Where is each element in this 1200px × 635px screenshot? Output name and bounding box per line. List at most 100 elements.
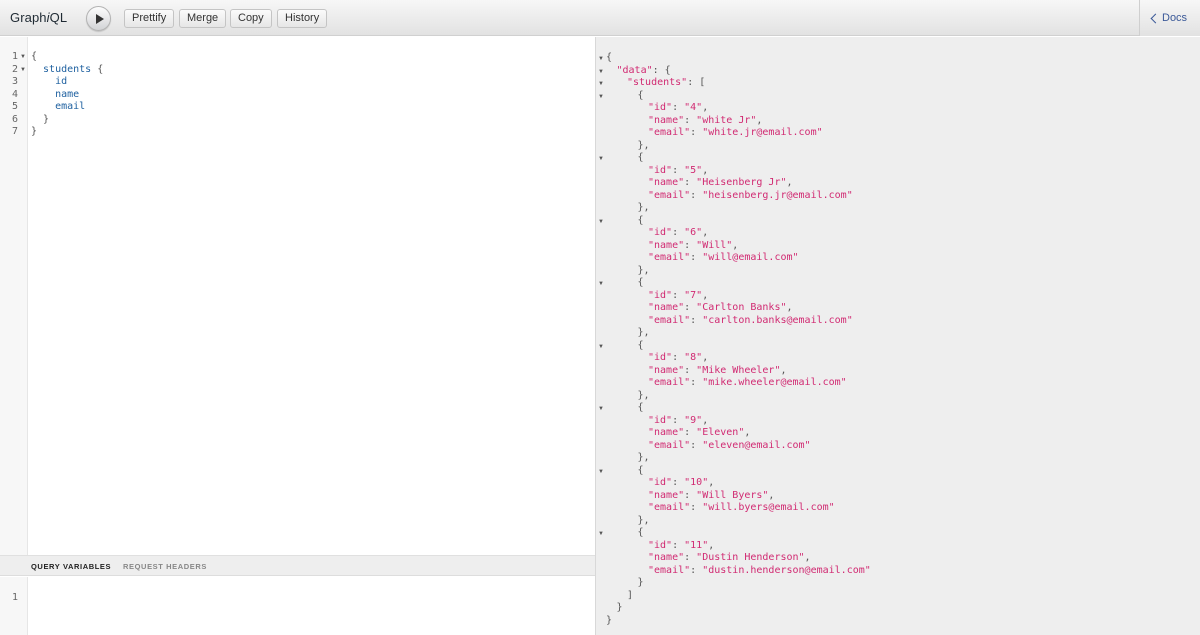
- field-token: email: [31, 101, 86, 112]
- json-key: "name": [648, 177, 685, 188]
- json-line: },: [638, 514, 650, 527]
- json-punctuation: :: [672, 102, 685, 113]
- execute-query-button[interactable]: [86, 6, 111, 31]
- json-line: "email": "mike.wheeler@email.com": [648, 376, 847, 389]
- punctuation-token: }: [31, 126, 38, 137]
- json-string-value: "5": [684, 164, 703, 176]
- fold-toggle-icon[interactable]: ▼: [598, 216, 604, 229]
- json-punctuation: :: [684, 552, 697, 563]
- fold-toggle-icon[interactable]: ▼: [598, 403, 604, 416]
- json-line: {: [606, 51, 612, 64]
- code-line: }: [31, 125, 37, 138]
- docs-button[interactable]: Docs: [1139, 0, 1200, 36]
- json-line: "name": "Mike Wheeler",: [648, 364, 787, 377]
- json-string-value: "11": [684, 539, 709, 551]
- json-punctuation: ,: [702, 102, 709, 113]
- json-line: {: [638, 151, 644, 164]
- json-string-value: "dustin.henderson@email.com": [702, 564, 871, 576]
- json-line: "name": "Heisenberg Jr",: [648, 176, 793, 189]
- json-string-value: "carlton.banks@email.com": [702, 314, 853, 326]
- json-line: "email": "white.jr@email.com": [648, 126, 823, 139]
- json-punctuation: {: [637, 464, 644, 476]
- json-punctuation: ,: [744, 427, 751, 438]
- field-token: students: [31, 63, 92, 75]
- code-line: students {: [31, 63, 103, 76]
- tab-request-headers[interactable]: REQUEST HEADERS: [123, 562, 207, 571]
- json-key: "name": [648, 302, 685, 313]
- fold-toggle-icon[interactable]: ▼: [20, 51, 26, 64]
- variables-editor[interactable]: 1: [0, 577, 595, 635]
- fold-toggle-icon[interactable]: ▼: [598, 528, 604, 541]
- fold-toggle-icon[interactable]: ▼: [598, 53, 604, 66]
- fold-toggle-icon[interactable]: ▼: [598, 466, 604, 479]
- graphiql-logo: GraphiQL: [10, 10, 67, 25]
- json-punctuation: {: [637, 277, 644, 288]
- line-number: 7: [12, 126, 19, 137]
- fold-toggle-icon[interactable]: ▼: [598, 66, 604, 79]
- prettify-button[interactable]: Prettify: [124, 9, 175, 28]
- json-punctuation: :: [690, 127, 703, 138]
- fold-toggle-icon[interactable]: ▼: [598, 91, 604, 104]
- json-punctuation: ,: [702, 289, 709, 301]
- json-punctuation: },: [637, 514, 650, 526]
- tab-query-variables[interactable]: QUERY VARIABLES: [31, 562, 111, 571]
- json-punctuation: :: [690, 189, 703, 201]
- json-key: "id": [648, 227, 673, 238]
- code-line: name: [31, 88, 79, 101]
- json-punctuation: }: [637, 577, 644, 588]
- result-viewer: ▼{▼ "data": {▼ "students": [▼{"id": "4", "n…: [596, 37, 1200, 635]
- json-line: }: [638, 576, 644, 589]
- variables-editor-gutter: [0, 577, 28, 635]
- json-punctuation: :: [684, 177, 697, 188]
- code-line: {: [31, 50, 37, 63]
- json-key: "email": [648, 189, 691, 201]
- toolbar: GraphiQL Prettify Merge Copy History Doc…: [0, 0, 1200, 36]
- query-editor[interactable]: 1 ▼{2 ▼ students {3 id 4 name 5 email 6 } 7}: [0, 37, 595, 555]
- json-punctuation: ,: [702, 227, 709, 238]
- json-punctuation: :: [690, 377, 703, 388]
- json-punctuation: ,: [708, 477, 715, 488]
- json-punctuation: :: [690, 439, 703, 451]
- json-line: "email": "will@email.com": [648, 251, 799, 264]
- field-token: id: [31, 76, 68, 87]
- json-punctuation: ,: [702, 164, 709, 176]
- json-punctuation: :: [672, 414, 685, 426]
- json-string-value: "Eleven": [696, 427, 745, 438]
- json-punctuation: :: [684, 364, 697, 376]
- logo-prefix: Graph: [10, 10, 47, 25]
- fold-toggle-icon[interactable]: ▼: [598, 78, 604, 91]
- json-punctuation: ,: [786, 302, 793, 313]
- json-punctuation: :: [684, 239, 697, 251]
- json-punctuation: :: [672, 289, 685, 301]
- json-punctuation: },: [637, 202, 650, 213]
- json-line: "email": "eleven@email.com": [648, 439, 811, 452]
- fold-toggle-icon[interactable]: ▼: [598, 278, 604, 291]
- fold-toggle-icon[interactable]: ▼: [598, 153, 604, 166]
- json-key: "id": [648, 539, 673, 551]
- code-line: email: [31, 100, 85, 113]
- json-key: "id": [648, 289, 673, 301]
- json-key: "id": [648, 352, 673, 363]
- json-punctuation: },: [637, 139, 650, 151]
- history-button[interactable]: History: [277, 9, 328, 28]
- json-line: "name": "Will Byers",: [648, 489, 774, 502]
- merge-button[interactable]: Merge: [179, 9, 227, 28]
- json-key: "email": [648, 377, 691, 388]
- json-punctuation: :: [690, 502, 703, 513]
- json-key: "students": [627, 77, 688, 88]
- json-punctuation: {: [637, 214, 644, 226]
- json-string-value: "Will": [696, 239, 733, 251]
- json-string-value: "mike.wheeler@email.com": [702, 377, 847, 388]
- json-string-value: "will.byers@email.com": [702, 502, 835, 513]
- line-number: 2: [12, 63, 19, 75]
- copy-button[interactable]: Copy: [230, 9, 272, 28]
- json-line: ]: [627, 589, 633, 602]
- fold-toggle-icon[interactable]: ▼: [20, 64, 26, 77]
- json-line: }: [617, 601, 623, 614]
- punctuation-token: }: [31, 113, 50, 125]
- json-punctuation: {: [637, 89, 644, 101]
- json-punctuation: :: [690, 314, 703, 326]
- json-line: },: [638, 139, 650, 152]
- fold-toggle-icon[interactable]: ▼: [598, 341, 604, 354]
- json-line: {: [638, 526, 644, 539]
